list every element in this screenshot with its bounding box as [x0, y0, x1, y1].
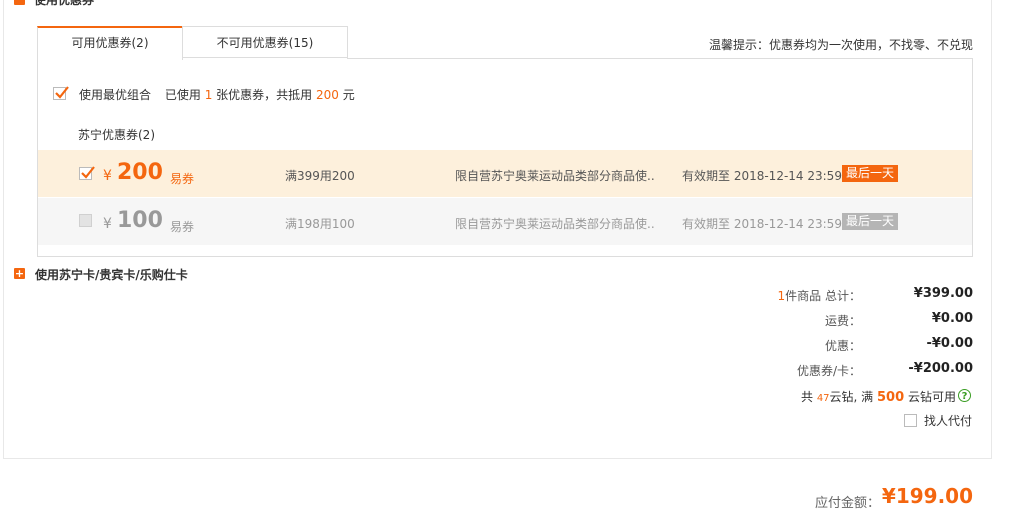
cloud-diamond-line: 共 47云钻, 满 500 云钻可用 — [700, 388, 956, 405]
best-combo-line: 使用最优组合 已使用 1 张优惠券，共抵用 200 元 — [79, 86, 355, 103]
used-count: 1 — [204, 88, 213, 102]
diamond-suffix: 云钻可用 — [907, 390, 956, 404]
last-day-badge: 最后一天 — [842, 165, 899, 182]
coupon-tip: 温馨提示：优惠券均为一次使用，不找零、不兑现 — [708, 38, 973, 52]
tab-unavailable-coupons[interactable]: 不可用优惠券(15) — [182, 26, 348, 58]
card-section-title[interactable]: 使用苏宁卡/贵宾卡/乐购仕卡 — [35, 266, 188, 283]
items-label: 件商品 总计： — [785, 289, 861, 303]
shipping-value: ¥0.00 — [931, 311, 973, 326]
coupon-checkbox[interactable] — [79, 166, 95, 180]
coupon-checkbox — [79, 214, 92, 227]
used-prefix: 已使用 — [164, 88, 201, 102]
coupon-rule: 满399用200 — [285, 169, 355, 183]
check-icon — [81, 166, 95, 179]
expand-plus-icon[interactable]: + — [14, 268, 25, 279]
coupon-group-label: 苏宁优惠券(2) — [78, 128, 155, 142]
proxy-pay-label: 找人代付 — [924, 414, 973, 428]
used-suffix: 元 — [342, 88, 355, 102]
best-combo-checkbox[interactable] — [53, 86, 69, 100]
last-day-badge: 最后一天 — [842, 213, 899, 230]
used-mid: 张优惠券，共抵用 — [216, 88, 313, 102]
coupon-section-title: 使用优惠券 — [34, 0, 95, 7]
best-combo-label: 使用最优组合 — [79, 88, 152, 102]
total-label: 应付金额： — [814, 496, 880, 511]
tab-label: 不可用优惠券(15) — [216, 36, 314, 50]
diamond-prefix: 共 — [800, 390, 813, 404]
diamond-count: 47 — [816, 393, 830, 404]
coupon-type: 易券 — [170, 220, 195, 234]
help-icon[interactable]: ? — [958, 389, 971, 402]
coupon-validity: 有效期至 2018-12-14 23:59 — [682, 169, 842, 183]
coupon-amount: 200 — [117, 160, 163, 185]
coupon-validity: 有效期至 2018-12-14 23:59 — [682, 217, 842, 231]
total-amount: ¥199.00 — [881, 484, 973, 508]
coupon-amount: 100 — [117, 208, 163, 233]
collapse-icon[interactable] — [14, 0, 25, 5]
coupon-card-label: 优惠券/卡： — [796, 364, 861, 378]
coupon-scope: 限自营苏宁奥莱运动品类部分商品使.. — [455, 217, 655, 231]
coupon-type: 易券 — [170, 172, 195, 186]
tab-available-coupons[interactable]: 可用优惠券(2) — [37, 26, 183, 60]
proxy-pay-checkbox[interactable] — [904, 414, 917, 427]
shipping-label: 运费： — [824, 314, 861, 328]
diamond-threshold: 500 — [877, 390, 905, 405]
discount-value: -¥0.00 — [926, 336, 973, 351]
tab-label: 可用优惠券(2) — [71, 36, 149, 50]
check-icon — [55, 86, 69, 99]
items-total-value: ¥399.00 — [913, 286, 973, 301]
diamond-mid: 云钻, 满 — [829, 390, 874, 404]
coupon-scope: 限自营苏宁奥莱运动品类部分商品使.. — [455, 169, 655, 183]
discount-label: 优惠： — [824, 339, 861, 353]
used-amount: 200 — [316, 88, 339, 102]
coupon-rule: 满198用100 — [285, 217, 355, 231]
coupon-card-value: -¥200.00 — [908, 361, 973, 376]
items-total-label: 1件商品 总计： — [740, 287, 861, 304]
coupon-currency: ¥ — [103, 168, 112, 184]
coupon-currency: ¥ — [103, 216, 112, 232]
